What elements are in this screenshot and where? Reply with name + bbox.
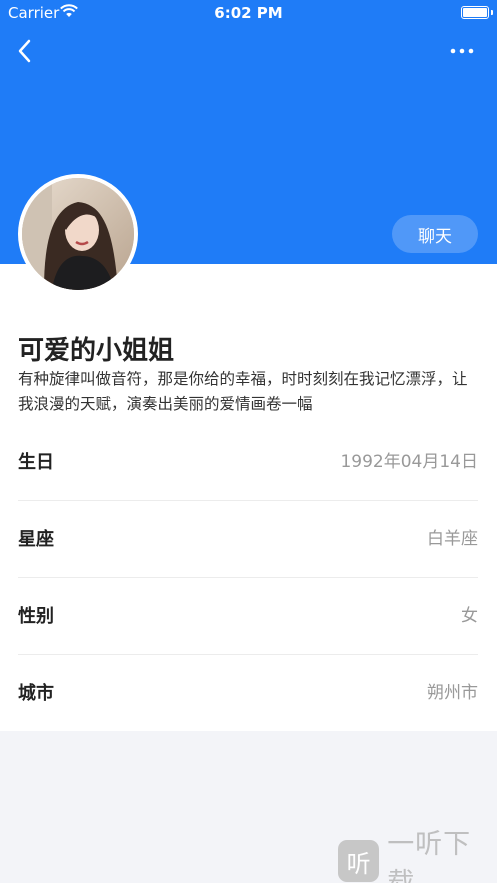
- avatar[interactable]: [18, 174, 138, 294]
- clock: 6:02 PM: [214, 4, 283, 22]
- info-value: 白羊座: [427, 529, 478, 549]
- chat-button[interactable]: 聊天: [392, 215, 478, 253]
- info-row-zodiac: 星座 白羊座: [18, 501, 478, 578]
- battery-icon: [461, 6, 489, 19]
- info-label: 城市: [18, 683, 54, 704]
- battery-tip: [491, 10, 493, 15]
- status-bar: Carrier 6:02 PM: [0, 0, 497, 26]
- watermark-logo-icon: 听: [338, 840, 380, 882]
- info-value: 1992年04月14日: [340, 452, 478, 472]
- info-label: 生日: [18, 452, 54, 473]
- info-row-gender: 性别 女: [18, 578, 478, 655]
- watermark-text: 一听下载: [387, 829, 472, 883]
- info-row-birthday: 生日 1992年04月14日: [18, 424, 478, 501]
- watermark: 听 一听下载: [338, 829, 497, 883]
- info-label: 性别: [18, 606, 54, 627]
- info-value: 女: [461, 606, 478, 626]
- more-dots-icon: [450, 48, 474, 54]
- info-row-city: 城市 朔州市: [18, 655, 478, 732]
- chevron-left-icon: [18, 39, 31, 63]
- profile-bio: 有种旋律叫做音符，那是你给的幸福，时时刻刻在我记忆漂浮，让我浪漫的天赋，演奏出美…: [18, 370, 468, 413]
- back-button[interactable]: [12, 36, 36, 66]
- info-label: 星座: [18, 529, 54, 550]
- avatar-photo: [22, 178, 134, 290]
- profile-nickname: 可爱的小姐姐: [18, 336, 175, 366]
- more-button[interactable]: [447, 40, 477, 62]
- info-value: 朔州市: [427, 683, 478, 703]
